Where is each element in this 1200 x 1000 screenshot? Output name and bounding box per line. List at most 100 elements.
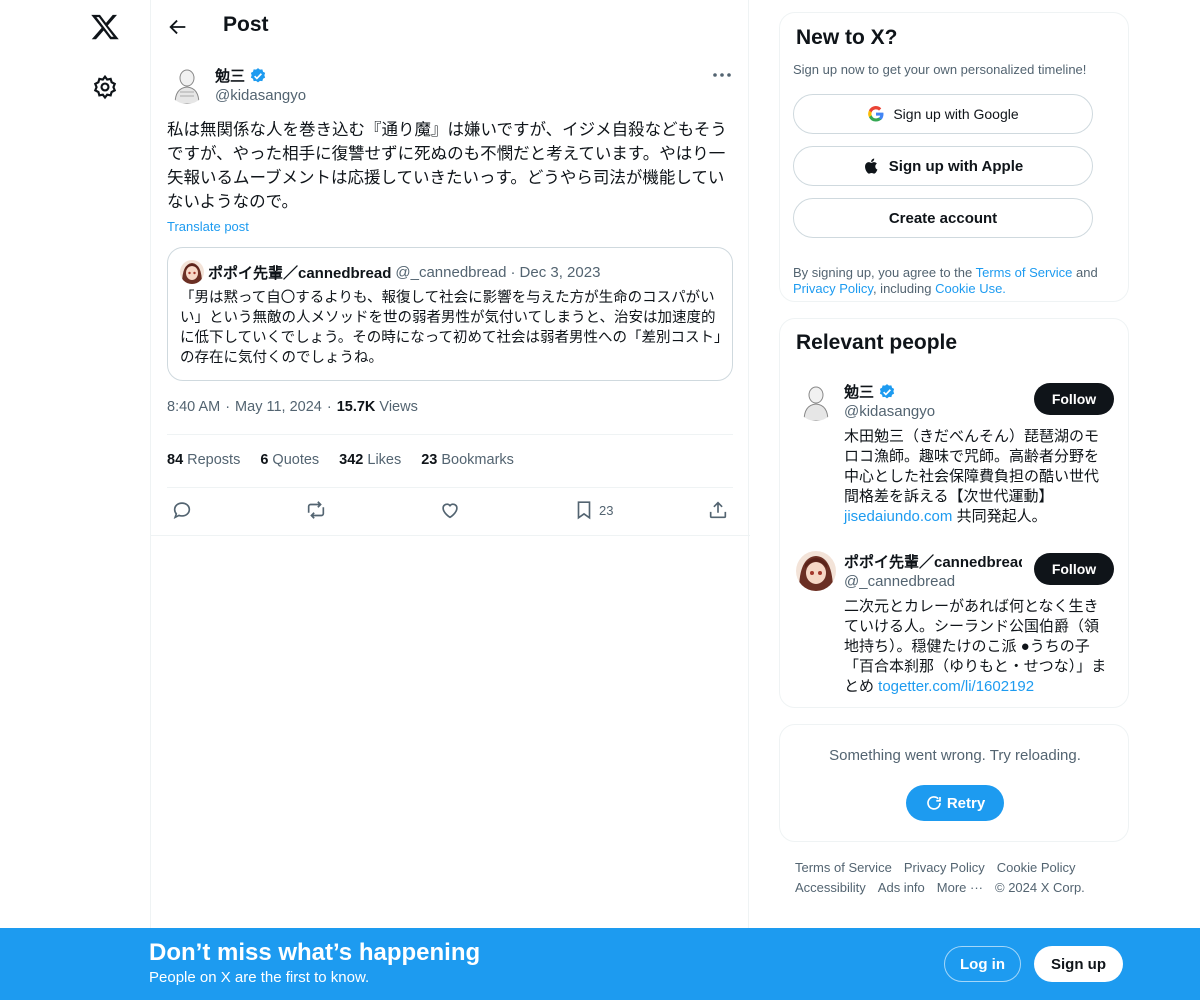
error-card: Something went wrong. Try reloading. Ret… [779, 724, 1129, 842]
bookmarks-count: 23 [421, 452, 438, 468]
person-avatar[interactable] [796, 551, 836, 591]
author-avatar[interactable] [167, 64, 207, 104]
person-name-text: ポポイ先輩／cannedbread [844, 554, 1022, 571]
footer-link[interactable]: More ··· [937, 880, 983, 895]
privacy-link[interactable]: Privacy Policy [793, 281, 873, 296]
back-arrow-icon[interactable] [167, 16, 189, 38]
more-options-icon[interactable] [711, 66, 733, 84]
meta-separator: · [326, 399, 332, 415]
author-handle[interactable]: @kidasangyo [215, 87, 306, 104]
relevant-people-title: Relevant people [796, 331, 958, 354]
terms-link[interactable]: Terms of Service [976, 265, 1073, 280]
person-name[interactable]: 勉三 [844, 381, 896, 402]
cookie-link[interactable]: Cookie Use. [935, 281, 1006, 296]
quote-author-handle: @_cannedbread [395, 263, 507, 281]
person-item[interactable]: 勉三 @kidasangyo Follow 木田勉三（きだべんそん）琵琶湖のモロ… [796, 381, 1114, 541]
person-bio: 二次元とカレーがあれば何となく生きていける人。シーランド公国伯爵（領地持ち）。穏… [844, 597, 1109, 697]
author-name[interactable]: 勉三 [215, 65, 267, 86]
likes-label: Likes [367, 452, 402, 468]
bookmark-button[interactable]: 23 [573, 498, 613, 522]
post-meta: 8:40 AM · May 11, 2024 · 15.7K Views [167, 399, 418, 415]
person-avatar[interactable] [796, 381, 836, 421]
quoted-post[interactable]: ポポイ先輩／cannedbread @_cannedbread · Dec 3,… [167, 247, 733, 381]
reply-icon [173, 502, 191, 519]
main-column: Post 勉三 @kidasangyo 私は無関係な人を巻き込む『通り魔』は嫌い… [150, 0, 750, 1000]
footer-link[interactable]: Cookie Policy [997, 860, 1076, 875]
share-icon [709, 501, 727, 519]
share-button[interactable] [707, 498, 729, 522]
person-name-text: 勉三 [844, 384, 875, 401]
person-name[interactable]: ポポイ先輩／cannedbread [844, 551, 1022, 572]
post-date[interactable]: May 11, 2024 [235, 399, 322, 415]
quotes-stat[interactable]: 6 Quotes [260, 452, 319, 468]
footer-link[interactable]: Ads info [878, 880, 925, 895]
like-button[interactable] [439, 498, 461, 522]
footer-link[interactable]: Terms of Service [795, 860, 892, 875]
divider [151, 535, 750, 536]
bookmark-count: 23 [599, 502, 614, 518]
legal-and: and [1072, 265, 1098, 280]
reposts-stat[interactable]: 84 Reposts [167, 452, 240, 468]
signup-button[interactable]: Sign up [1034, 946, 1123, 982]
reply-button[interactable] [171, 498, 193, 522]
repost-button[interactable] [305, 498, 327, 522]
reposts-label: Reposts [187, 452, 241, 468]
signup-google-button[interactable]: Sign up with Google [793, 94, 1093, 134]
bookmarks-stat[interactable]: 23 Bookmarks [421, 452, 514, 468]
author-name-text[interactable]: 勉三 [215, 65, 245, 86]
create-account-label: Create account [888, 209, 998, 227]
retry-button[interactable]: Retry [906, 785, 1004, 821]
quotes-label: Quotes [272, 452, 320, 468]
divider [167, 434, 733, 435]
signup-legal-text: By signing up, you agree to the Terms of… [793, 265, 1123, 297]
verified-badge-icon [879, 383, 895, 398]
banner-title: Don’t miss what’s happening [149, 939, 481, 966]
footer-link[interactable]: Accessibility [795, 880, 866, 895]
verified-badge-icon [249, 67, 267, 85]
signup-card: New to X? Sign up now to get your own pe… [779, 12, 1129, 302]
person-bio: 木田勉三（きだべんそん）琵琶湖のモロコ漁師。趣味で咒師。高齢者分野を中心とした社… [844, 427, 1109, 527]
retry-label: Retry [946, 794, 986, 812]
signup-google-label: Sign up with Google [893, 106, 1019, 122]
follow-button[interactable]: Follow [1034, 553, 1114, 585]
person-item[interactable]: ポポイ先輩／cannedbread @_cannedbread Follow 二… [796, 551, 1114, 707]
person-handle[interactable]: @_cannedbread [844, 573, 955, 590]
bookmark-icon [577, 501, 591, 520]
likes-stat[interactable]: 342 Likes [339, 452, 401, 468]
copyright: © 2024 X Corp. [995, 880, 1085, 895]
views-count: 15.7K [336, 399, 376, 415]
quote-avatar [180, 260, 204, 284]
x-logo-icon[interactable] [90, 12, 120, 42]
legal-including: , including [872, 281, 936, 296]
banner-subtitle: People on X are the first to know. [149, 969, 370, 986]
bio-link[interactable]: togetter.com/li/1602192 [878, 678, 1034, 695]
quote-separator: · [510, 263, 516, 281]
gear-icon[interactable] [92, 74, 118, 100]
follow-button[interactable]: Follow [1034, 383, 1114, 415]
create-account-button[interactable]: Create account [793, 198, 1093, 238]
left-nav [0, 0, 150, 1000]
views: 15.7K Views [337, 399, 418, 415]
heart-icon [442, 503, 458, 519]
signup-apple-label: Sign up with Apple [888, 157, 1024, 175]
quote-header: ポポイ先輩／cannedbread @_cannedbread · Dec 3,… [180, 260, 600, 284]
signup-card-subtitle: Sign up now to get your own personalized… [793, 62, 1087, 77]
person-handle[interactable]: @kidasangyo [844, 403, 935, 420]
legal-prefix: By signing up, you agree to the [793, 265, 976, 280]
likes-count: 342 [339, 452, 364, 468]
page-title: Post [223, 13, 269, 36]
error-message: Something went wrong. Try reloading. [829, 747, 1081, 764]
refresh-icon [927, 796, 941, 810]
post-actions: 23 [167, 498, 733, 524]
quote-date: Dec 3, 2023 [519, 263, 601, 281]
views-label: Views [379, 399, 418, 415]
post-time[interactable]: 8:40 AM [167, 399, 220, 415]
login-button[interactable]: Log in [944, 946, 1021, 982]
post-text: 私は無関係な人を巻き込む『通り魔』は嫌いですが、イジメ自殺などもそうですが、やっ… [167, 121, 727, 211]
divider [167, 487, 733, 488]
signup-apple-button[interactable]: Sign up with Apple [793, 146, 1093, 186]
translate-post-link[interactable]: Translate post [167, 219, 249, 234]
bio-link[interactable]: jisedaiundo.com [844, 508, 952, 525]
bio-suffix: 共同発起人。 [952, 508, 1047, 525]
footer-link[interactable]: Privacy Policy [904, 860, 985, 875]
